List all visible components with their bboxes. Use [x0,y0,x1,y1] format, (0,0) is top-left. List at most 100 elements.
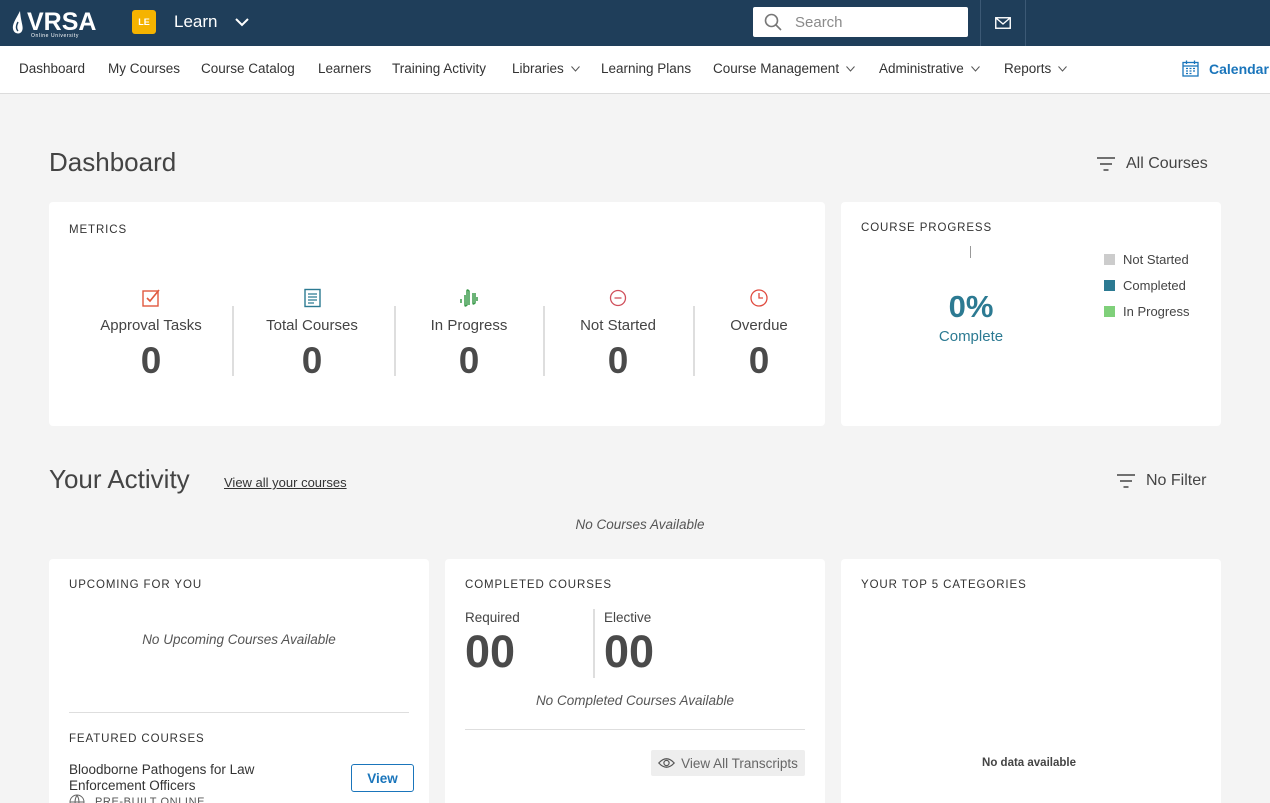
document-list-icon [304,288,321,308]
search-box[interactable] [753,7,968,37]
legend-label: Completed [1123,278,1186,293]
nav-item-course-management[interactable]: Course Management [713,61,855,76]
chevron-down-icon [570,65,580,72]
no-filter-button[interactable]: No Filter [1117,472,1206,490]
view-transcripts-button[interactable]: View All Transcripts [651,750,805,776]
filter-label: All Courses [1126,155,1208,172]
filter-icon [1117,474,1135,488]
elective-label: Elective [604,610,652,625]
legend-swatch [1104,280,1115,291]
chevron-down-icon [970,65,980,72]
no-upcoming-note: No Upcoming Courses Available [142,632,336,647]
upcoming-label: UPCOMING FOR YOU [69,579,203,591]
divider [69,712,409,713]
metric-label: Not Started [580,317,656,334]
messages-button[interactable] [980,0,1026,46]
nav-item-reports[interactable]: Reports [1004,61,1068,76]
transcripts-label: View All Transcripts [681,755,798,771]
metric-overdue[interactable]: Overdue 0 [709,288,809,379]
view-all-courses-link[interactable]: View all your courses [224,475,347,490]
filter-label: No Filter [1146,472,1207,489]
legend-label: In Progress [1123,304,1190,319]
minus-circle-icon [609,289,627,307]
chevron-down-icon[interactable] [233,13,251,31]
nav-item-dashboard[interactable]: Dashboard [19,61,85,76]
top-categories-label: YOUR TOP 5 CATEGORIES [861,579,1027,591]
app-switcher-label[interactable]: Learn [174,12,217,32]
divider [465,729,805,730]
calendar-icon [1182,60,1199,77]
nav-item-course-catalog[interactable]: Course Catalog [201,61,295,76]
legend-not-started: Not Started [1104,252,1189,267]
metric-label: Total Courses [266,317,358,334]
nav-item-label: Libraries [512,61,564,76]
required-label: Required [465,610,520,625]
progress-percent: 0% [948,289,994,324]
main-nav: Dashboard My Courses Course Catalog Lear… [0,46,1270,94]
featured-courses-label: FEATURED COURSES [69,733,205,745]
legend-swatch [1104,306,1115,317]
globe-icon [69,794,85,803]
metric-approval-tasks[interactable]: Approval Tasks 0 [91,288,211,379]
featured-course-title[interactable]: Bloodborne Pathogens for Law Enforcement… [69,762,309,794]
legend-swatch [1104,254,1115,265]
search-icon [764,13,782,31]
logo-subtitle: Online University [31,33,79,39]
logo-text: VRSA [27,8,97,36]
calendar-label: Calendar [1209,60,1269,77]
metric-not-started[interactable]: Not Started 0 [558,288,678,379]
metric-divider [543,306,545,376]
nav-item-label: Course Management [713,61,840,76]
all-courses-filter[interactable]: All Courses [1097,155,1208,173]
legend-label: Not Started [1123,252,1189,267]
no-courses-note: No Courses Available [575,517,705,532]
nav-item-label: Training Activity [392,61,487,76]
nav-item-label: Reports [1004,61,1052,76]
nav-item-training-activity[interactable]: Training Activity [392,61,486,76]
metric-value: 0 [748,340,770,381]
top-bar: VRSA Online University LE Learn [0,0,1270,46]
metric-value: 0 [458,340,480,381]
metric-in-progress[interactable]: In Progress 0 [409,288,529,379]
progress-subtitle: Complete [938,328,1004,345]
metric-label: In Progress [430,317,508,334]
calendar-link[interactable]: Calendar [1182,60,1269,77]
nav-item-libraries[interactable]: Libraries [512,61,580,76]
progress-wave-icon [460,289,478,307]
metric-divider [394,306,396,376]
nav-item-learners[interactable]: Learners [318,61,371,76]
metric-value: 0 [607,340,629,381]
page-title: Dashboard [49,147,177,177]
search-input[interactable] [795,12,960,32]
nav-item-administrative[interactable]: Administrative [879,61,980,76]
nav-item-label: Course Catalog [201,61,295,76]
no-completed-note: No Completed Courses Available [535,693,735,708]
chevron-down-icon [1058,65,1068,72]
featured-course-type: PRE-BUILT ONLINE [69,794,205,803]
no-data-note: No data available [982,757,1076,769]
completed-courses-label: COMPLETED COURSES [465,579,612,591]
metric-divider [693,306,695,376]
nav-item-label: Dashboard [19,61,86,76]
logo-drop-icon [12,11,23,34]
metric-value: 0 [140,340,162,381]
clock-icon [750,289,768,307]
elective-count: 00 [604,626,655,677]
view-course-button[interactable]: View [351,764,414,792]
mail-icon [995,17,1011,29]
nav-item-label: Learning Plans [601,61,692,76]
legend-completed: Completed [1104,278,1186,293]
nav-item-my-courses[interactable]: My Courses [108,61,180,76]
metric-label: Approval Tasks [100,317,202,334]
chevron-down-icon [846,65,855,72]
metric-divider [232,306,234,376]
metric-total-courses[interactable]: Total Courses 0 [252,288,372,379]
nav-item-label: My Courses [108,61,181,76]
app-badge[interactable]: LE [132,10,156,34]
vrsa-logo[interactable]: VRSA Online University [11,10,96,40]
legend-in-progress: In Progress [1104,304,1189,319]
nav-item-learning-plans[interactable]: Learning Plans [601,61,691,76]
eye-icon [658,758,676,768]
metrics-label: METRICS [69,224,128,236]
metric-value: 0 [301,340,323,381]
